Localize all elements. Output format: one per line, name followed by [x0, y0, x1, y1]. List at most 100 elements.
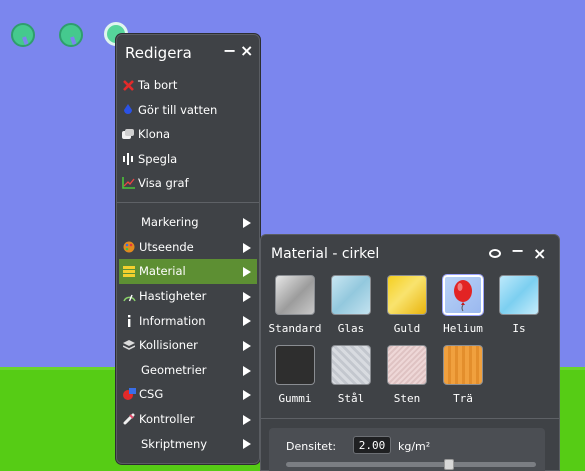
clone-icon	[121, 127, 135, 141]
density-slider[interactable]	[286, 459, 536, 470]
material-stone[interactable]: Sten	[379, 345, 435, 415]
action-delete[interactable]: Ta bort	[121, 73, 257, 98]
submenu-label: Skriptmeny	[141, 436, 208, 451]
material-swatch	[499, 275, 539, 315]
material-glass[interactable]: Glas	[323, 275, 379, 345]
arrow-right-icon	[243, 390, 251, 401]
material-swatch	[443, 345, 483, 385]
material-label: Stål	[337, 392, 365, 405]
action-label: Visa graf	[138, 176, 189, 191]
action-make-water[interactable]: Gör till vatten	[121, 98, 257, 123]
arrow-right-icon	[243, 291, 251, 302]
material-swatch	[275, 345, 315, 385]
mirror-icon	[121, 152, 135, 166]
edit-action-list: Ta bort Gör till vatten Klona Spegla Vis…	[121, 73, 257, 196]
material-panel-title: Material - cirkel	[271, 246, 380, 262]
submenu-label: Kontroller	[139, 412, 195, 427]
collision-icon	[122, 338, 136, 352]
submenu-list: Markering Utseende Material Hastigheter …	[119, 210, 257, 456]
material-label: Trä	[453, 392, 473, 405]
graph-icon	[121, 176, 135, 190]
submenu-label: Material	[139, 264, 186, 279]
material-label: Sten	[393, 392, 421, 405]
action-label: Gör till vatten	[138, 102, 218, 117]
velocity-icon	[122, 289, 136, 303]
material-helium[interactable]: Helium	[435, 275, 491, 345]
material-swatch	[331, 275, 371, 315]
material-panel: Material - cirkel − × Standard Glas Guld	[260, 234, 560, 471]
controller-icon	[122, 412, 136, 426]
minimize-button[interactable]: −	[511, 241, 524, 260]
edit-menu: Redigera − × Ta bort Gör till vatten Klo…	[116, 34, 260, 464]
submenu-label: Information	[139, 313, 206, 328]
submenu-information[interactable]: Information	[119, 308, 257, 333]
material-gold[interactable]: Guld	[379, 275, 435, 345]
material-swatch	[387, 345, 427, 385]
slider-thumb[interactable]	[444, 459, 454, 470]
red-x-icon	[121, 78, 135, 92]
material-label: Gummi	[278, 392, 312, 405]
arrow-right-icon	[243, 316, 251, 327]
submenu-controllers[interactable]: Kontroller	[119, 407, 257, 432]
action-label: Ta bort	[138, 78, 178, 93]
material-swatch	[443, 275, 483, 315]
material-label: Standard	[268, 322, 322, 335]
material-swatch	[275, 275, 315, 315]
info-icon	[122, 314, 136, 328]
submenu-label: Markering	[141, 215, 199, 230]
arrow-right-icon	[243, 340, 251, 351]
material-rubber[interactable]: Gummi	[267, 345, 323, 415]
material-wood[interactable]: Trä	[435, 345, 491, 415]
edit-menu-header: Redigera − ×	[125, 41, 255, 65]
material-label: Guld	[393, 322, 421, 335]
submenu-script-menu[interactable]: Skriptmeny	[119, 431, 257, 456]
submenu-selection[interactable]: Markering	[119, 210, 257, 235]
edit-menu-title: Redigera	[125, 44, 192, 62]
density-unit: kg/m²	[398, 440, 431, 453]
action-label: Spegla	[138, 151, 178, 166]
circle-object[interactable]	[59, 23, 83, 47]
material-swatch	[331, 345, 371, 385]
density-input[interactable]	[353, 436, 391, 454]
csg-icon	[122, 387, 136, 401]
submenu-material[interactable]: Material	[119, 259, 257, 284]
arrow-right-icon	[243, 218, 251, 228]
action-show-graph[interactable]: Visa graf	[121, 171, 257, 196]
arrow-right-icon	[243, 439, 251, 450]
material-label: Helium	[443, 322, 483, 335]
eye-icon[interactable]	[489, 249, 501, 258]
action-label: Klona	[138, 127, 171, 142]
density-label: Densitet:	[286, 440, 337, 453]
submenu-label: Geometrier	[141, 362, 207, 377]
palette-icon	[122, 240, 136, 254]
submenu-csg[interactable]: CSG	[119, 382, 257, 407]
submenu-velocities[interactable]: Hastigheter	[119, 284, 257, 309]
submenu-label: CSG	[139, 387, 164, 402]
menu-divider	[117, 202, 259, 203]
arrow-right-icon	[243, 365, 251, 376]
material-label: Is	[512, 322, 526, 335]
material-swatch	[387, 275, 427, 315]
water-drop-icon	[121, 103, 135, 117]
submenu-collisions[interactable]: Kollisioner	[119, 333, 257, 358]
close-button[interactable]: ×	[240, 41, 253, 61]
material-icon	[122, 264, 136, 278]
circle-object[interactable]	[11, 23, 35, 47]
material-ice[interactable]: Is	[491, 275, 547, 345]
action-clone[interactable]: Klona	[121, 122, 257, 147]
material-standard[interactable]: Standard	[267, 275, 323, 345]
arrow-right-icon	[243, 267, 251, 278]
material-label: Glas	[337, 322, 365, 335]
density-control: Densitet: kg/m²	[269, 428, 545, 471]
submenu-label: Kollisioner	[139, 338, 198, 353]
close-button[interactable]: ×	[533, 244, 546, 263]
submenu-geometries[interactable]: Geometrier	[119, 358, 257, 383]
material-steel[interactable]: Stål	[323, 345, 379, 415]
balloon-icon	[454, 280, 472, 312]
simulation-canvas[interactable]: Redigera − × Ta bort Gör till vatten Klo…	[0, 0, 585, 471]
submenu-label: Utseende	[139, 239, 194, 254]
action-mirror[interactable]: Spegla	[121, 147, 257, 172]
arrow-right-icon	[243, 414, 251, 425]
submenu-appearance[interactable]: Utseende	[119, 235, 257, 260]
minimize-button[interactable]: −	[223, 41, 236, 61]
